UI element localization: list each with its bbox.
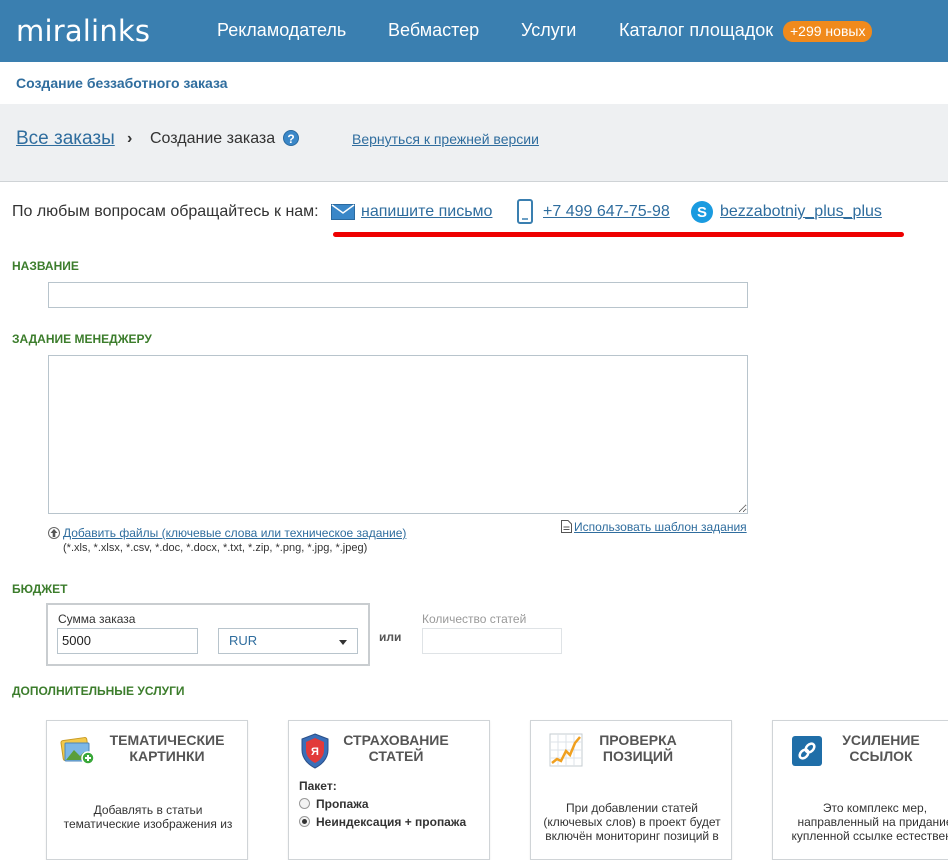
package-label: Пакет: (299, 779, 337, 793)
name-section-title: НАЗВАНИЕ (12, 259, 79, 273)
service-card-positions[interactable]: ПРОВЕРКА ПОЗИЦИЙ При добавлении статей (… (530, 720, 732, 860)
image-add-icon (60, 737, 95, 765)
svg-text:S: S (697, 204, 707, 221)
breadcrumb-separator: › (127, 130, 133, 147)
use-template-link[interactable]: Использовать шаблон задания (574, 520, 747, 534)
email-link[interactable]: напишите письмо (361, 203, 492, 221)
nav-webmaster[interactable]: Вебмастер (388, 20, 479, 41)
chart-growth-icon (549, 733, 583, 767)
add-files-row: Добавить файлы (ключевые слова или техни… (48, 526, 406, 540)
phone-link[interactable]: +7 499 647-75-98 (543, 203, 670, 221)
service-card-desc: При добавлении статей (ключевых слов) в … (543, 801, 721, 843)
currency-value: RUR (229, 633, 258, 648)
radio-option-nonindex-loss[interactable]: Неиндексация + пропажа (299, 815, 466, 829)
service-card-link-boost[interactable]: УСИЛЕНИЕ ССЫЛОК Это комплекс мер, направ… (772, 720, 948, 860)
document-icon (561, 520, 572, 533)
order-sum-label: Сумма заказа (58, 612, 136, 626)
article-count-input[interactable] (422, 628, 562, 654)
order-name-input[interactable] (48, 282, 748, 308)
service-card-title: ТЕМАТИЧЕСКИЕ КАРТИНКИ (109, 732, 225, 764)
nav-services[interactable]: Услуги (521, 20, 576, 41)
nav-advertiser[interactable]: Рекламодатель (217, 20, 346, 41)
article-count-label: Количество статей (422, 612, 527, 626)
services-section-title: ДОПОЛНИТЕЛЬНЫЕ УСЛУГИ (12, 684, 185, 698)
subheader: Создание беззаботного заказа (0, 62, 948, 104)
or-separator: или (379, 630, 402, 644)
service-card-insurance[interactable]: Я СТРАХОВАНИЕ СТАТЕЙ Пакет: Пропажа Неин… (288, 720, 490, 860)
radio-label: Пропажа (316, 797, 369, 811)
attach-arrow-icon (48, 527, 60, 539)
service-card-title: УСИЛЕНИЕ ССЫЛОК (842, 732, 920, 764)
radio-option-loss[interactable]: Пропажа (299, 797, 369, 811)
skype-link[interactable]: bezzabotniy_plus_plus (720, 203, 882, 221)
radio-label: Неиндексация + пропажа (316, 815, 467, 829)
service-card-title: СТРАХОВАНИЕ СТАТЕЙ (343, 732, 449, 764)
task-section-title: ЗАДАНИЕ МЕНЕДЖЕРУ (12, 332, 152, 346)
use-template-row: Использовать шаблон задания (561, 520, 747, 534)
service-card-title: ПРОВЕРКА ПОЗИЦИЙ (599, 732, 677, 764)
breadcrumb-all-orders-link[interactable]: Все заказы (16, 128, 115, 150)
envelope-icon (331, 204, 355, 220)
contact-label: По любым вопросам обращайтесь к нам: (12, 203, 319, 220)
manager-task-textarea[interactable] (48, 355, 748, 514)
back-to-old-version-link[interactable]: Вернуться к прежней версии (352, 131, 539, 147)
chevron-down-icon (339, 640, 347, 645)
new-sites-badge[interactable]: +299 новых (783, 21, 873, 42)
breadcrumb: Все заказы › Создание заказа ? Вернуться… (0, 104, 948, 182)
currency-select[interactable]: RUR (218, 628, 358, 654)
service-card-desc: Это комплекс мер, направленный на придан… (791, 801, 948, 843)
skype-icon: S (691, 201, 713, 223)
shield-icon: Я (301, 733, 329, 769)
add-files-link[interactable]: Добавить файлы (ключевые слова или техни… (63, 526, 406, 540)
service-card-desc: Добавлять в статьи тематические изображе… (63, 803, 233, 831)
radio-icon (299, 798, 310, 809)
phone-icon (517, 199, 533, 224)
highlight-underline (333, 232, 904, 237)
service-card-images[interactable]: ТЕМАТИЧЕСКИЕ КАРТИНКИ Добавлять в статьи… (46, 720, 248, 860)
budget-section-title: БЮДЖЕТ (12, 582, 68, 596)
miralinks-logo[interactable]: miralinks (16, 14, 150, 48)
allowed-file-types: (*.xls, *.xlsx, *.csv, *.doc, *.docx, *.… (63, 542, 368, 554)
page-title: Создание заказа (150, 130, 276, 147)
radio-checked-icon (299, 816, 310, 827)
order-sum-input[interactable]: 5000 (57, 628, 198, 654)
nav-catalog[interactable]: Каталог площадок (619, 20, 773, 41)
top-nav-bar: miralinks Рекламодатель Вебмастер Услуги… (0, 0, 948, 62)
help-icon[interactable]: ? (283, 130, 299, 146)
subheader-title: Создание беззаботного заказа (16, 75, 228, 91)
svg-text:Я: Я (311, 746, 319, 758)
